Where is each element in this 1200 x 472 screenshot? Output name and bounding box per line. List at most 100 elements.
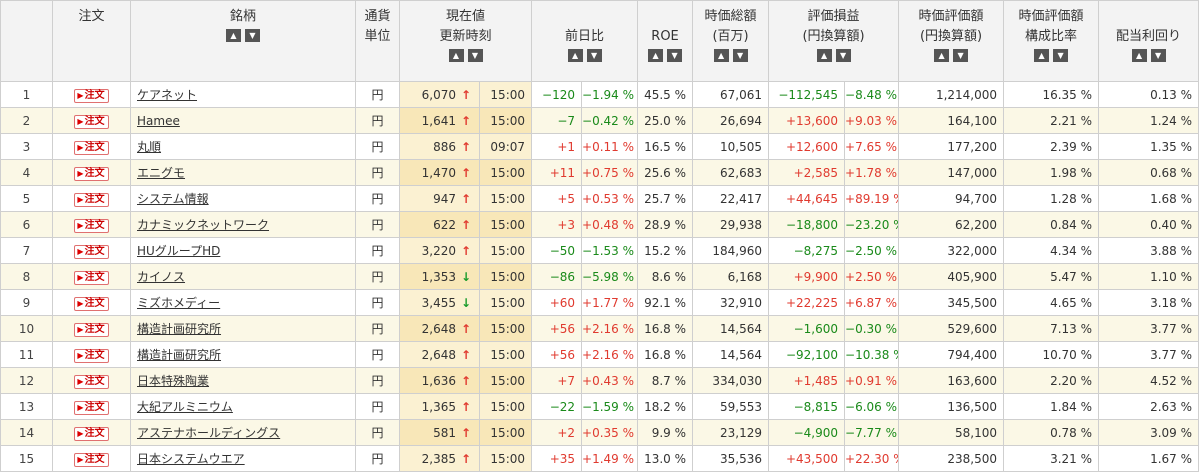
order-arrow-icon: ▶ — [77, 454, 84, 464]
order-button[interactable]: ▶注文 — [74, 114, 109, 129]
order-button[interactable]: ▶注文 — [74, 348, 109, 363]
header-mv-line2: (円換算額) — [919, 29, 983, 44]
sort-down-icon[interactable]: ▼ — [467, 49, 483, 62]
current-price-cell: 3,220 ↑ — [399, 237, 480, 264]
order-button[interactable]: ▶注文 — [74, 88, 109, 103]
market-cap: 334,030 — [692, 367, 770, 394]
header-change: 前日比 ▲ ▼ — [531, 0, 639, 82]
sort-down-icon[interactable]: ▼ — [1150, 49, 1166, 62]
order-button[interactable]: ▶注文 — [74, 244, 109, 259]
stock-name-link[interactable]: カイノス — [137, 270, 185, 284]
profit-loss-percent: −6.06 % — [844, 393, 900, 420]
sort-up-icon[interactable]: ▲ — [226, 29, 241, 42]
stock-name-link[interactable]: ケアネット — [137, 88, 197, 102]
stock-name-link[interactable]: 構造計画研究所 — [137, 322, 221, 336]
profit-loss: −18,800 — [768, 211, 846, 238]
stock-name-link[interactable]: 日本システムウエア — [137, 452, 245, 466]
roe-value: 8.6 % — [637, 263, 694, 290]
change-percent: +0.43 % — [581, 367, 639, 394]
current-price-cell: 1,636 ↑ — [399, 367, 480, 394]
update-time: 15:00 — [478, 367, 533, 394]
composition-ratio: 4.34 % — [1003, 237, 1100, 264]
roe-value: 8.7 % — [637, 367, 694, 394]
stock-name-link[interactable]: 日本特殊陶業 — [137, 374, 209, 388]
stock-name-link[interactable]: 構造計画研究所 — [137, 348, 221, 362]
dividend-yield: 1.10 % — [1098, 263, 1200, 290]
market-cap: 184,960 — [692, 237, 770, 264]
order-button[interactable]: ▶注文 — [74, 296, 109, 311]
currency-unit: 円 — [355, 263, 400, 290]
stock-name-link[interactable]: システム情報 — [137, 192, 209, 206]
change-value: +3 — [531, 211, 583, 238]
stock-name-link[interactable]: HUグループHD — [137, 244, 220, 258]
stock-name-link[interactable]: アステナホールディングス — [137, 426, 280, 440]
profit-loss-percent: +6.87 % — [844, 289, 900, 316]
stock-name-link[interactable]: 大紀アルミニウム — [137, 400, 233, 414]
stock-name-cell: ミズホメディー — [130, 289, 356, 316]
sort-up-icon[interactable]: ▲ — [448, 49, 464, 62]
arrow-up-icon: ↑ — [460, 87, 472, 102]
sort-down-icon[interactable]: ▼ — [667, 49, 683, 62]
profit-loss-percent: −2.50 % — [844, 237, 900, 264]
stock-name-link[interactable]: Hamee — [137, 114, 180, 128]
sort-up-icon[interactable]: ▲ — [567, 49, 583, 62]
row-number: 12 — [0, 367, 53, 394]
order-button[interactable]: ▶注文 — [74, 218, 109, 233]
sort-down-icon[interactable]: ▼ — [586, 49, 602, 62]
order-cell: ▶注文 — [52, 185, 131, 212]
order-button[interactable]: ▶注文 — [74, 322, 109, 337]
stock-name-link[interactable]: ミズホメディー — [137, 296, 220, 310]
table-row: 6 ▶注文 カナミックネットワーク 円 622 ↑ 15:00 +3 +0.48 % 28.9 %… — [0, 211, 1200, 238]
market-cap: 6,168 — [692, 263, 770, 290]
order-button[interactable]: ▶注文 — [74, 426, 109, 441]
order-button[interactable]: ▶注文 — [74, 192, 109, 207]
change-value: +7 — [531, 367, 583, 394]
market-value: 62,200 — [898, 211, 1005, 238]
order-button[interactable]: ▶注文 — [74, 270, 109, 285]
stock-name-cell: 日本特殊陶業 — [130, 367, 356, 394]
stock-name-cell: 構造計画研究所 — [130, 315, 356, 342]
dividend-yield: 0.13 % — [1098, 81, 1200, 108]
order-button[interactable]: ▶注文 — [74, 166, 109, 181]
arrow-up-icon: ↑ — [460, 451, 472, 466]
sort-down-icon[interactable]: ▼ — [732, 49, 748, 62]
order-button-label: 注文 — [84, 349, 105, 361]
order-button[interactable]: ▶注文 — [74, 452, 109, 467]
current-price-cell: 2,385 ↑ — [399, 445, 480, 472]
currency-unit: 円 — [355, 341, 400, 368]
row-number: 2 — [0, 107, 53, 134]
current-price-cell: 947 ↑ — [399, 185, 480, 212]
order-button[interactable]: ▶注文 — [74, 140, 109, 155]
sort-up-icon[interactable]: ▲ — [713, 49, 729, 62]
current-price: 1,636 — [421, 373, 456, 388]
sort-up-icon[interactable]: ▲ — [1034, 49, 1050, 62]
sort-up-icon[interactable]: ▲ — [648, 49, 664, 62]
header-roe-label: ROE — [651, 29, 679, 44]
dividend-yield: 3.88 % — [1098, 237, 1200, 264]
order-button-label: 注文 — [84, 453, 105, 465]
order-button[interactable]: ▶注文 — [74, 400, 109, 415]
composition-ratio: 16.35 % — [1003, 81, 1100, 108]
currency-unit: 円 — [355, 107, 400, 134]
stock-name-link[interactable]: エニグモ — [137, 166, 185, 180]
change-value: −50 — [531, 237, 583, 264]
update-time: 15:00 — [478, 237, 533, 264]
sort-down-icon[interactable]: ▼ — [1053, 49, 1069, 62]
sort-down-icon[interactable]: ▼ — [245, 29, 260, 42]
current-price-cell: 1,365 ↑ — [399, 393, 480, 420]
stock-name-link[interactable]: カナミックネットワーク — [137, 218, 269, 232]
stock-name-cell: 丸順 — [130, 133, 356, 160]
change-value: +35 — [531, 445, 583, 472]
header-mv: 時価評価額 (円換算額) ▲ ▼ — [898, 0, 1005, 82]
roe-value: 25.6 % — [637, 159, 694, 186]
sort-up-icon[interactable]: ▲ — [816, 49, 832, 62]
market-cap: 23,129 — [692, 419, 770, 446]
sort-up-icon[interactable]: ▲ — [934, 49, 950, 62]
sort-down-icon[interactable]: ▼ — [953, 49, 969, 62]
stock-name-link[interactable]: 丸順 — [137, 140, 161, 154]
order-button[interactable]: ▶注文 — [74, 374, 109, 389]
table-row: 8 ▶注文 カイノス 円 1,353 ↓ 15:00 −86 −5.98 % 8.6 % 6,168… — [0, 263, 1200, 290]
sort-up-icon[interactable]: ▲ — [1131, 49, 1147, 62]
sort-down-icon[interactable]: ▼ — [835, 49, 851, 62]
header-name: 銘柄 ▲ ▼ — [130, 0, 356, 82]
